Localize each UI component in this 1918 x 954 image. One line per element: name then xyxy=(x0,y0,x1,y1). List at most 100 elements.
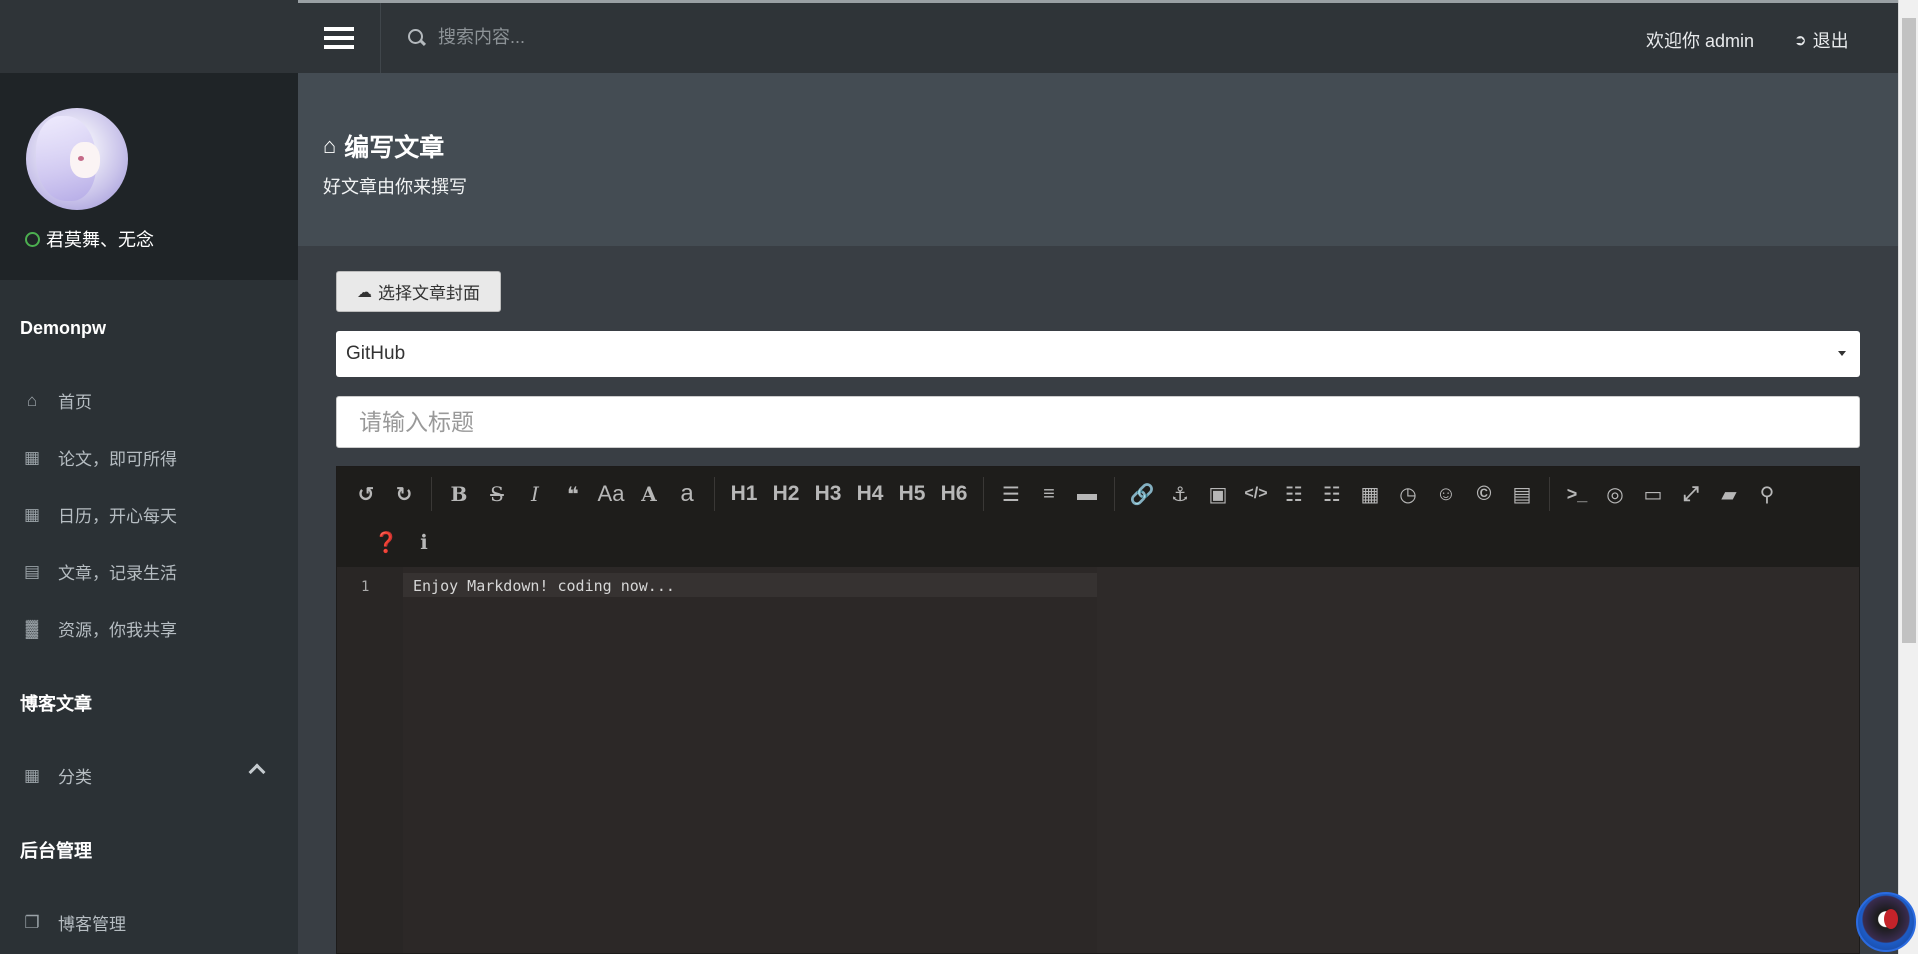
sidebar-item-home[interactable]: ⌂ 首页 xyxy=(20,388,92,413)
logout-button[interactable]: ➲ 退出 xyxy=(1794,27,1849,53)
select-cover-label: 选择文章封面 xyxy=(378,284,480,303)
strikethrough-icon[interactable]: S xyxy=(478,476,516,512)
code-icon[interactable]: </> xyxy=(1237,476,1275,512)
ordered-list-icon[interactable]: ≡ xyxy=(1030,476,1068,512)
h4-button[interactable]: H4 xyxy=(849,476,891,512)
home-icon: ⌂ xyxy=(26,390,38,410)
welcome-text: 欢迎你 admin xyxy=(1646,31,1755,51)
sidebar-item-label: 文章，记录生活 xyxy=(58,564,177,583)
cloud-upload-icon: ☁ xyxy=(357,283,372,301)
table-icon: ▦ xyxy=(23,765,41,785)
image-icon[interactable]: ▣ xyxy=(1199,476,1237,512)
emoji-icon[interactable]: ☺ xyxy=(1427,476,1465,512)
calendar-icon: ▦ xyxy=(23,504,41,524)
sidebar-item-articles[interactable]: ▤ 文章，记录生活 xyxy=(20,559,177,584)
sidebar-item-label: 日历，开心每天 xyxy=(58,507,177,526)
eraser-icon[interactable]: ▰ xyxy=(1710,476,1748,512)
category-selected-value: GitHub xyxy=(346,343,406,364)
sidebar: 君莫舞、无念 Demonpw ⌂ 首页 ▦ 论文，即可所得 ▦ 日历，开心每天 … xyxy=(0,0,298,954)
link-icon[interactable]: 🔗 xyxy=(1123,476,1161,512)
h3-button[interactable]: H3 xyxy=(807,476,849,512)
undo-icon[interactable]: ↺ xyxy=(347,476,385,512)
search-icon[interactable] xyxy=(408,28,426,47)
line-gutter: 1 xyxy=(337,567,403,953)
lowercase-icon[interactable]: a xyxy=(668,476,706,512)
preformatted-code-icon[interactable]: ☷ xyxy=(1275,476,1313,512)
section-heading-blog: 博客文章 xyxy=(20,694,92,714)
h2-button[interactable]: H2 xyxy=(765,476,807,512)
sidebar-item-category[interactable]: ▦ 分类 xyxy=(20,763,92,788)
editor-content[interactable]: Enjoy Markdown! coding now... xyxy=(413,577,675,595)
desktop-icon[interactable]: ▭ xyxy=(1634,476,1672,512)
h1-button[interactable]: H1 xyxy=(723,476,765,512)
unordered-list-icon[interactable]: ☰ xyxy=(992,476,1030,512)
table-icon: ▦ xyxy=(23,447,41,467)
sign-out-icon: ➲ xyxy=(1794,32,1807,49)
search-bar xyxy=(408,27,738,48)
page-scrollbar[interactable] xyxy=(1898,0,1918,954)
bold-icon[interactable]: B xyxy=(440,476,478,512)
fullscreen-icon[interactable]: ⤢ xyxy=(1672,476,1710,512)
page-title: ⌂ 编写文章 xyxy=(323,128,444,164)
h5-button[interactable]: H5 xyxy=(891,476,933,512)
title-input[interactable] xyxy=(336,396,1860,448)
sidebar-item-label: 博客管理 xyxy=(58,915,126,934)
redo-icon[interactable]: ↻ xyxy=(385,476,423,512)
horizontal-rule-icon[interactable]: ▬ xyxy=(1068,476,1106,512)
scrollbar-thumb[interactable] xyxy=(1902,18,1916,643)
line-number: 1 xyxy=(361,579,370,595)
page-subtitle: 好文章由你来撰写 xyxy=(323,177,467,197)
sidebar-item-label: 论文，即可所得 xyxy=(58,450,177,469)
help-icon[interactable]: ❓ xyxy=(367,524,405,560)
page-title-text: 编写文章 xyxy=(344,134,445,162)
editor-toolbar: ↺ ↻ B S I ❝ Aa A a H1 H2 H3 H4 H5 H6 ☰ ≡ xyxy=(337,467,1859,567)
chevron-up-icon[interactable] xyxy=(248,760,264,776)
eye-slash-icon[interactable]: ◎ xyxy=(1596,476,1634,512)
h6-button[interactable]: H6 xyxy=(933,476,975,512)
main-content: ☁ 选择文章封面 GitHub ↺ ↻ B S I ❝ Aa A a H1 H2… xyxy=(298,246,1898,954)
sidebar-item-label: 首页 xyxy=(58,393,92,412)
section-heading-demonpw: Demonpw xyxy=(20,318,107,338)
search-input[interactable] xyxy=(438,27,738,48)
sidebar-item-label: 资源，你我共享 xyxy=(58,621,177,640)
floating-widget-avatar[interactable] xyxy=(1856,892,1916,952)
quote-icon[interactable]: ❝ xyxy=(554,476,592,512)
user-avatar[interactable] xyxy=(26,108,128,210)
select-cover-button[interactable]: ☁ 选择文章封面 xyxy=(336,271,501,312)
info-icon[interactable]: ℹ xyxy=(405,524,443,560)
html-entities-icon[interactable]: © xyxy=(1465,476,1503,512)
search-icon[interactable]: ⚲ xyxy=(1748,476,1786,512)
topbar: 欢迎你 admin ➲ 退出 xyxy=(298,0,1898,73)
sidebar-logo-area xyxy=(0,0,298,73)
pagebreak-icon[interactable]: ▤ xyxy=(1503,476,1541,512)
menu-toggle-button[interactable] xyxy=(298,3,381,73)
markdown-editor: ↺ ↻ B S I ❝ Aa A a H1 H2 H3 H4 H5 H6 ☰ ≡ xyxy=(336,466,1860,954)
toolbar-row-2: ❓ ℹ xyxy=(367,519,443,565)
logout-label: 退出 xyxy=(1812,31,1849,51)
user-name: 君莫舞、无念 xyxy=(46,230,154,250)
code-block-icon[interactable]: ☷ xyxy=(1313,476,1351,512)
page-header: ⌂ 编写文章 好文章由你来撰写 xyxy=(298,73,1898,246)
copy-icon: ❐ xyxy=(24,912,40,932)
table-icon[interactable]: ▦ xyxy=(1351,476,1389,512)
sidebar-item-calendar[interactable]: ▦ 日历，开心每天 xyxy=(20,502,177,527)
italic-icon[interactable]: I xyxy=(516,476,554,512)
category-select[interactable]: GitHub xyxy=(336,331,1860,377)
section-heading-admin: 后台管理 xyxy=(20,841,92,861)
sidebar-item-resources[interactable]: ▓ 资源，你我共享 xyxy=(20,616,177,641)
case-icon[interactable]: Aa xyxy=(592,476,630,512)
calculator-icon: ▤ xyxy=(23,561,41,581)
toolbar-row-1: ↺ ↻ B S I ❝ Aa A a H1 H2 H3 H4 H5 H6 ☰ ≡ xyxy=(347,471,1786,517)
caret-down-icon xyxy=(1838,351,1846,356)
datetime-icon[interactable]: ◷ xyxy=(1389,476,1427,512)
bar-chart-icon: ▓ xyxy=(25,618,39,638)
code-area[interactable]: Enjoy Markdown! coding now... xyxy=(403,567,1097,953)
sidebar-item-papers[interactable]: ▦ 论文，即可所得 xyxy=(20,445,177,470)
online-status-icon xyxy=(25,231,40,247)
anchor-icon[interactable]: ⚓ xyxy=(1161,476,1199,512)
home-icon: ⌂ xyxy=(323,133,337,158)
terminal-icon[interactable]: >_ xyxy=(1558,476,1596,512)
uppercase-icon[interactable]: A xyxy=(630,476,668,512)
user-info: 君莫舞、无念 xyxy=(25,226,154,252)
sidebar-item-blog-manage[interactable]: ❐ 博客管理 xyxy=(20,910,126,935)
